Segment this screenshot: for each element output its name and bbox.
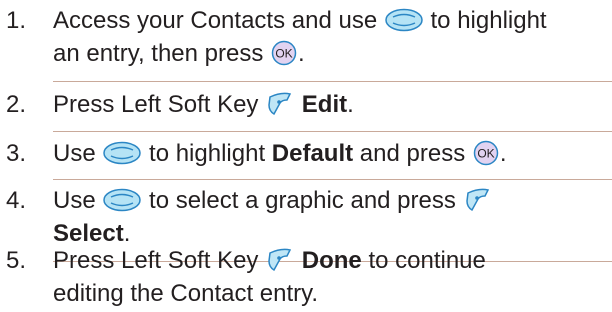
left-soft-key-icon (268, 92, 292, 115)
divider (53, 179, 612, 180)
navigation-key-icon (103, 188, 142, 211)
step-number: 1. (6, 7, 27, 34)
step-number: 3. (6, 140, 27, 167)
step-line: Press Left Soft Key Edit. (53, 91, 354, 118)
left-soft-key-icon (268, 248, 292, 271)
step-number: 5. (6, 247, 27, 274)
step-text: Use to highlight Default and press OK. (53, 137, 608, 170)
step-line: an entry, then press OK. (53, 40, 305, 67)
step-line: Press Left Soft Key Done to continue (53, 247, 486, 274)
step-line: editing the Contact entry. (53, 280, 319, 307)
step-text: Access your Contacts and use to highligh… (53, 4, 608, 70)
step-line: Use to select a graphic and press (53, 184, 608, 217)
svg-text:OK: OK (477, 146, 494, 160)
ok-key-icon: OK (473, 140, 499, 165)
step-number: 4. (6, 187, 27, 214)
step-number: 2. (6, 91, 27, 118)
ok-key-icon: OK (271, 40, 297, 65)
divider (53, 131, 612, 132)
divider (53, 81, 612, 82)
step-text: Press Left Soft Key Done to continue edi… (53, 244, 608, 310)
step-line: Use to highlight Default and press OK. (53, 140, 507, 167)
navigation-key-icon (103, 141, 142, 164)
left-soft-key-icon (465, 188, 489, 211)
step-text: Use to select a graphic and press Select… (53, 184, 608, 250)
navigation-key-icon (385, 8, 423, 31)
step-text: Press Left Soft Key Edit. (53, 88, 608, 121)
svg-text:OK: OK (275, 46, 292, 60)
step-line: Access your Contacts and use to highligh… (53, 7, 547, 34)
